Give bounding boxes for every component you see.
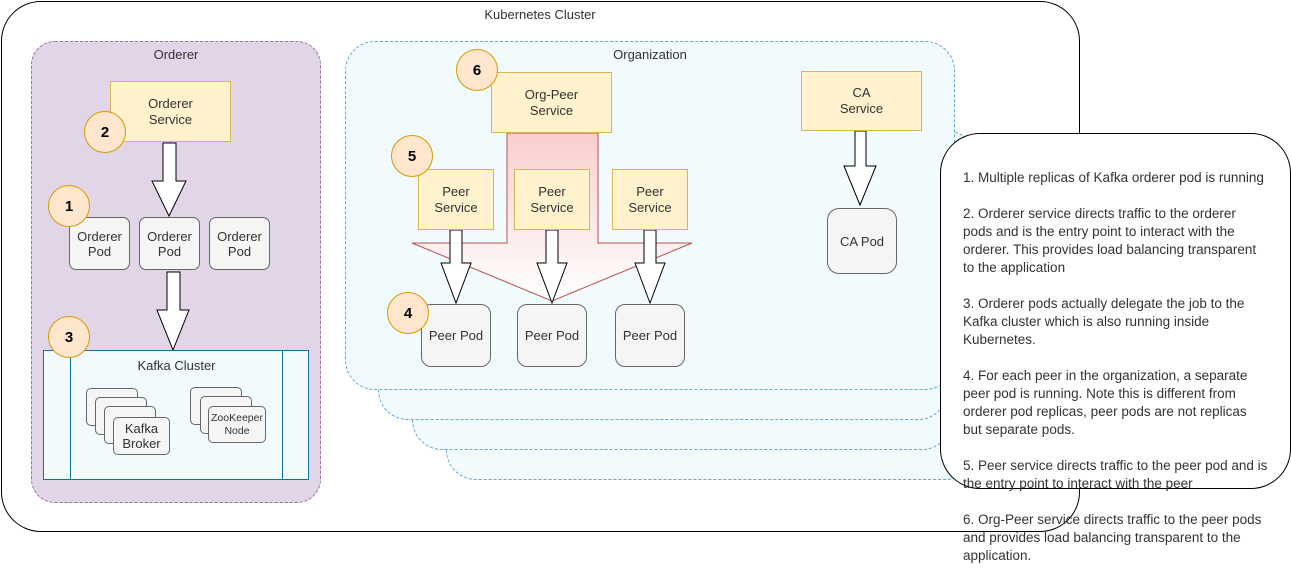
peer-pod-2[interactable]: Peer Pod [517,304,587,367]
kafka-cluster-divider-right [282,350,283,480]
arrow-ca-service-to-pod [843,130,877,207]
peer-pod-3[interactable]: Peer Pod [615,304,685,367]
badge-4: 4 [387,292,429,334]
note-2: 2. Orderer service directs traffic to th… [963,206,1257,275]
arrow-peer-service-1 [440,229,472,305]
orderer-service[interactable]: Orderer Service [110,81,231,142]
arrow-orderer-service-to-pod [151,142,187,218]
zookeeper-node[interactable]: ZooKeeper Node [208,406,266,443]
ca-service[interactable]: CA Service [801,71,922,131]
badge-3: 3 [48,316,90,358]
org-peer-service[interactable]: Org-Peer Service [491,72,612,133]
arrow-orderer-pod-to-kafka [156,271,190,352]
arrow-peer-service-3 [634,229,666,305]
peer-service-3[interactable]: Peer Service [612,169,688,230]
ca-pod[interactable]: CA Pod [827,208,897,274]
kafka-broker[interactable]: Kafka Broker [113,417,170,455]
orderer-pod-3[interactable]: Orderer Pod [209,217,270,270]
peer-pod-1[interactable]: Peer Pod [421,304,491,367]
badge-2: 2 [84,111,126,153]
note-6: 6. Org-Peer service directs traffic to t… [963,512,1262,563]
note-4: 4. For each peer in the organization, a … [963,368,1248,437]
notes-panel: 1. Multiple replicas of Kafka orderer po… [940,133,1291,563]
orderer-pod-1[interactable]: Orderer Pod [69,217,130,270]
note-1: 1. Multiple replicas of Kafka orderer po… [963,170,1264,185]
peer-service-2[interactable]: Peer Service [514,169,590,230]
kafka-cluster-title: Kafka Cluster [137,358,216,373]
badge-6: 6 [456,49,498,91]
badge-5: 5 [391,135,433,177]
badge-1: 1 [48,185,90,227]
note-5: 5. Peer service directs traffic to the p… [963,458,1268,491]
note-3: 3. Orderer pods actually delegate the jo… [963,296,1245,347]
peer-service-1[interactable]: Peer Service [418,169,494,230]
orderer-pod-2[interactable]: Orderer Pod [139,217,200,270]
